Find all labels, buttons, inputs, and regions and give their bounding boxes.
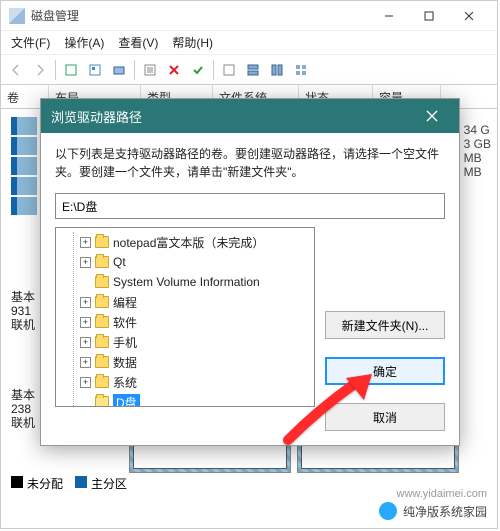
close-button[interactable] [449,2,489,30]
back-button[interactable] [5,59,27,81]
expand-icon[interactable]: + [80,257,91,268]
legend-unallocated: 未分配 [11,475,63,492]
legend: 未分配 主分区 [11,475,127,492]
window-title: 磁盘管理 [31,7,369,24]
delete-icon[interactable] [163,59,185,81]
tree-node-selected[interactable]: D盘 [74,392,308,407]
separator [134,60,135,80]
menu-file[interactable]: 文件(F) [11,34,50,51]
capacity-readout: 34 G 3 GB MB MB [464,123,491,179]
tree-node[interactable]: +Qt [74,252,308,272]
toolbar [1,55,497,85]
legend-primary: 主分区 [75,475,127,492]
partition-bar[interactable] [11,177,37,195]
new-folder-button[interactable]: 新建文件夹(N)... [325,311,445,339]
folder-icon [95,236,109,248]
dialog-title: 浏览驱动器路径 [51,107,415,126]
folder-icon [95,376,109,388]
tree-node[interactable]: System Volume Information [74,272,308,292]
menu-view[interactable]: 查看(V) [118,34,158,51]
folder-icon [95,356,109,368]
tool-refresh-icon[interactable] [60,59,82,81]
watermark-url: www.yidaimei.com [397,488,487,500]
dialog-button-column: 新建文件夹(N)... 确定 取消 [325,227,445,431]
disk-panel: 基本 931 联机 基本 238 联机 [11,290,35,438]
forward-button[interactable] [29,59,51,81]
titlebar: 磁盘管理 [1,1,497,31]
tool-grid-icon[interactable] [290,59,312,81]
expand-icon[interactable]: + [80,297,91,308]
dialog-body: 以下列表是支持驱动器路径的卷。要创建驱动器路径，请选择一个空文件夹。要创建一个文… [41,133,459,445]
tree-node[interactable]: +手机 [74,332,308,352]
path-input[interactable] [55,193,445,219]
tool-disk-icon[interactable] [108,59,130,81]
expand-icon[interactable]: + [80,377,91,388]
disk-block-1[interactable]: 基本 238 联机 [11,388,35,430]
folder-icon [95,336,109,348]
tree-node[interactable]: +数据 [74,352,308,372]
tree-node[interactable]: +系统 [74,372,308,392]
tree-node[interactable]: +软件 [74,312,308,332]
watermark-icon [379,502,397,520]
partition-bar[interactable] [11,157,37,175]
tool-list-icon[interactable] [218,59,240,81]
partition-bar[interactable] [11,117,37,135]
folder-icon [95,296,109,308]
partition-bar[interactable] [11,197,37,215]
folder-icon [95,276,109,288]
expand-icon[interactable]: + [80,357,91,368]
folder-icon [95,256,109,268]
cancel-button[interactable]: 取消 [325,403,445,431]
browse-drive-path-dialog: 浏览驱动器路径 以下列表是支持驱动器路径的卷。要创建驱动器路径，请选择一个空文件… [40,98,460,446]
tool-view2-icon[interactable] [266,59,288,81]
tool-view1-icon[interactable] [242,59,264,81]
checkmark-icon[interactable] [187,59,209,81]
watermark-text: 纯净版系统家园 [403,503,487,520]
expand-icon[interactable]: + [80,237,91,248]
tool-settings-icon[interactable] [139,59,161,81]
ok-button[interactable]: 确定 [325,357,445,385]
disk-block-0[interactable]: 基本 931 联机 [11,290,35,332]
watermark: 纯净版系统家园 [379,502,487,520]
maximize-button[interactable] [409,2,449,30]
menu-action[interactable]: 操作(A) [64,34,104,51]
separator [213,60,214,80]
app-icon [9,8,25,24]
tree-node[interactable]: +编程 [74,292,308,312]
tool-properties-icon[interactable] [84,59,106,81]
minimize-button[interactable] [369,2,409,30]
tree-node[interactable]: +notepad富文本版（未完成） [74,232,308,252]
expand-icon[interactable]: + [80,337,91,348]
dialog-instruction: 以下列表是支持驱动器路径的卷。要创建驱动器路径，请选择一个空文件夹。要创建一个文… [55,145,445,181]
menubar: 文件(F) 操作(A) 查看(V) 帮助(H) [1,31,497,55]
folder-open-icon [95,396,109,407]
separator [55,60,56,80]
folder-tree[interactable]: +notepad富文本版（未完成） +Qt System Volume Info… [55,227,315,407]
partition-bars [11,117,37,217]
folder-icon [95,316,109,328]
expand-icon[interactable]: + [80,317,91,328]
dialog-titlebar: 浏览驱动器路径 [41,99,459,133]
dialog-close-button[interactable] [415,99,449,133]
menu-help[interactable]: 帮助(H) [172,34,213,51]
partition-bar[interactable] [11,137,37,155]
